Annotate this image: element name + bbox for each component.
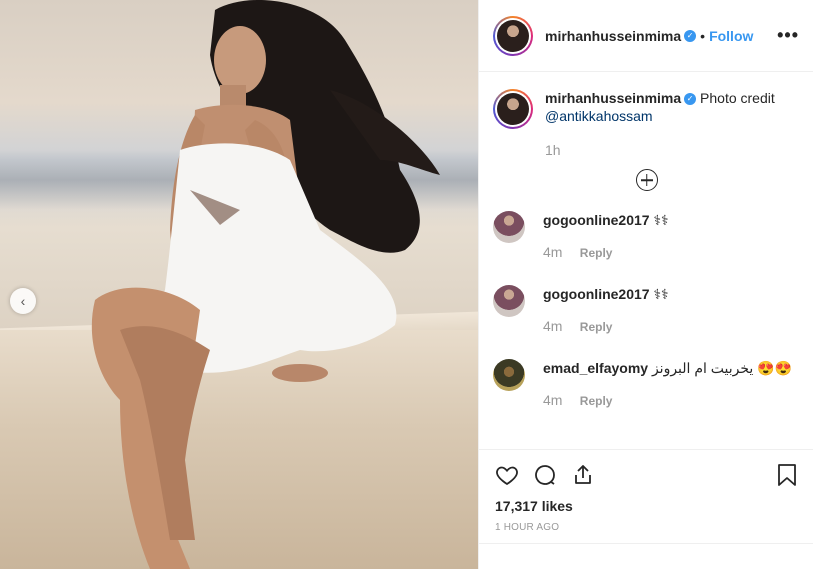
commenter-username[interactable]: gogoonline2017 — [543, 286, 650, 302]
post-details-panel: mirhanhusseinmima ✓ • Follow ••• mirhanh… — [478, 0, 813, 569]
share-icon[interactable] — [571, 463, 595, 487]
follow-button[interactable]: Follow — [709, 28, 753, 44]
comment-item: gogoonline2017 ⚕⚕ 4m Reply — [493, 211, 800, 285]
commenter-avatar[interactable] — [493, 285, 525, 317]
bookmark-icon[interactable] — [776, 463, 798, 487]
comments-list[interactable]: mirhanhusseinmima ✓ Photo credit @antikka… — [479, 73, 813, 449]
author-avatar[interactable] — [493, 15, 533, 56]
header-separator: • — [700, 27, 706, 44]
more-options-icon[interactable]: ••• — [777, 25, 799, 46]
commenter-username[interactable]: gogoonline2017 — [543, 212, 650, 228]
reply-button[interactable]: Reply — [580, 246, 613, 260]
comment-text: ⚕⚕ — [653, 212, 669, 228]
caption-mention-link[interactable]: @antikkahossam — [545, 108, 653, 124]
author-username[interactable]: mirhanhusseinmima — [545, 28, 681, 44]
add-comment-area[interactable] — [479, 543, 813, 569]
reply-button[interactable]: Reply — [580, 394, 613, 408]
load-more-comments-button[interactable] — [635, 169, 658, 191]
comment-time: 4m — [543, 318, 563, 334]
verified-badge-icon: ✓ — [684, 29, 697, 42]
post-caption: mirhanhusseinmima ✓ Photo credit @antikka… — [493, 89, 800, 159]
commenter-username[interactable]: emad_elfayomy — [543, 360, 648, 376]
photo-prev-button[interactable]: ‹ — [10, 288, 36, 314]
reply-button[interactable]: Reply — [580, 320, 613, 334]
post-header: mirhanhusseinmima ✓ • Follow ••• — [479, 0, 813, 72]
comment-icon[interactable] — [533, 463, 557, 487]
post-photo: ‹ — [0, 0, 478, 569]
caption-username[interactable]: mirhanhusseinmima — [545, 90, 681, 106]
caption-time: 1h — [545, 142, 561, 158]
comment-text: ⚕⚕ — [653, 286, 669, 302]
comment-item: gogoonline2017 ⚕⚕ 4m Reply — [493, 285, 800, 359]
heart-icon[interactable] — [495, 463, 519, 487]
comment-text: يخربيت ام البرونز 😍😍 — [651, 360, 793, 376]
caption-avatar[interactable] — [493, 89, 533, 129]
commenter-avatar[interactable] — [493, 359, 525, 391]
comment-time: 4m — [543, 392, 563, 408]
commenter-avatar[interactable] — [493, 211, 525, 243]
comment-item: emad_elfayomy يخربيت ام البرونز 😍😍 4m Re… — [493, 359, 800, 433]
post-actions: 17,317 likes 1 HOUR AGO — [479, 449, 813, 533]
chevron-left-icon: ‹ — [20, 293, 26, 309]
likes-count[interactable]: 17,317 likes — [495, 498, 798, 514]
caption-text: Photo credit — [700, 90, 775, 106]
verified-badge-icon: ✓ — [684, 93, 697, 106]
photo-figure — [91, 0, 440, 569]
posted-time: 1 HOUR AGO — [495, 522, 560, 533]
comment-time: 4m — [543, 244, 563, 260]
